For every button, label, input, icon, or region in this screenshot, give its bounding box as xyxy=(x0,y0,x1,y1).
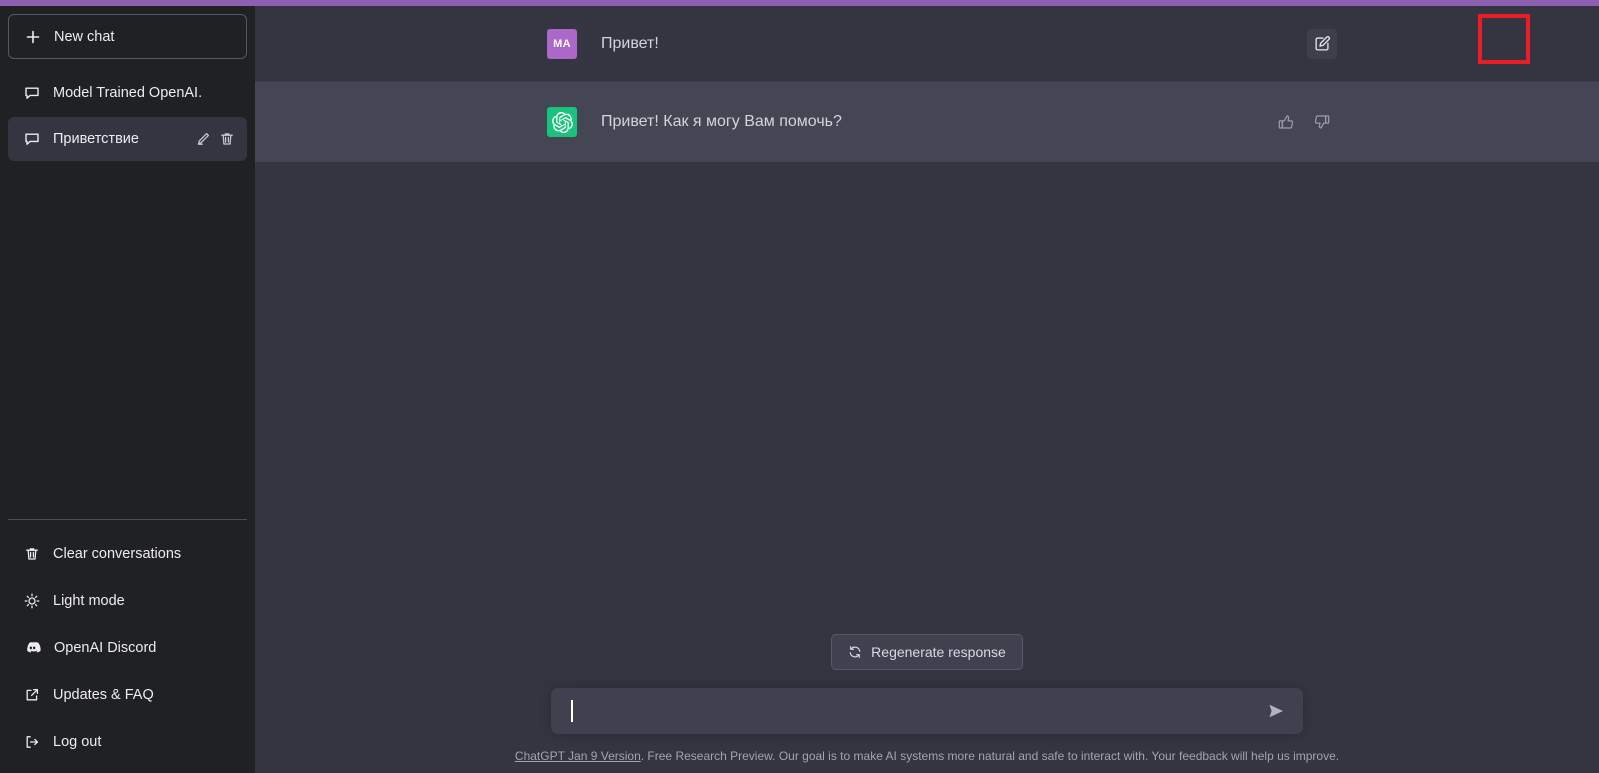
trash-icon[interactable] xyxy=(219,131,235,147)
sidebar-item-label: OpenAI Discord xyxy=(54,639,157,656)
version-link[interactable]: ChatGPT Jan 9 Version xyxy=(515,749,641,763)
sidebar-bottom-nav: Clear conversations Light mode OpenAI Di… xyxy=(8,519,247,773)
regenerate-response-button[interactable]: Regenerate response xyxy=(831,634,1023,671)
sidebar-item-updates-faq[interactable]: Updates & FAQ xyxy=(8,671,247,718)
conversation-title: Приветствие xyxy=(53,131,139,147)
send-arrow-icon[interactable] xyxy=(1263,698,1289,724)
openai-logo-icon xyxy=(551,111,573,133)
refresh-icon xyxy=(848,645,862,659)
avatar xyxy=(547,107,577,137)
new-chat-button[interactable]: New chat xyxy=(8,14,247,59)
top-accent-bar xyxy=(0,0,1599,6)
message-text: Привет! xyxy=(601,34,659,52)
main-content: MA Привет! Привет! Как я могу Вам помочь… xyxy=(255,0,1599,773)
footer-disclaimer: ChatGPT Jan 9 Version. Free Research Pre… xyxy=(515,748,1339,765)
sidebar-item-privetstvie[interactable]: Приветствие xyxy=(8,117,247,161)
avatar: MA xyxy=(547,28,577,59)
footer-rest-text: . Free Research Preview. Our goal is to … xyxy=(640,749,1340,764)
sidebar: New chat Model Trained OpenAI. Приветств… xyxy=(0,0,255,773)
plus-icon xyxy=(25,29,41,45)
conversation-title: Model Trained OpenAI. xyxy=(53,85,203,101)
sidebar-item-model-trained-openai[interactable]: Model Trained OpenAI. xyxy=(8,71,247,115)
external-link-icon xyxy=(24,687,40,703)
message-row-assistant: Привет! Как я могу Вам помочь? xyxy=(255,81,1599,162)
thumbs-up-icon[interactable] xyxy=(1271,107,1301,137)
sun-icon xyxy=(24,593,40,609)
chat-bubble-icon xyxy=(24,131,40,147)
message-text: Привет! Как я могу Вам помочь? xyxy=(601,113,842,130)
message-actions xyxy=(1307,28,1337,59)
message-thread: MA Привет! Привет! Как я могу Вам помочь… xyxy=(255,6,1599,162)
logout-icon xyxy=(24,734,40,750)
discord-icon xyxy=(24,639,41,656)
message-row-user: MA Привет! xyxy=(255,6,1599,81)
sidebar-item-label: Log out xyxy=(53,733,102,750)
chat-bubble-icon xyxy=(24,85,40,101)
sidebar-item-label: Updates & FAQ xyxy=(53,686,154,703)
message-inner: MA Привет! xyxy=(547,6,1337,81)
text-caret xyxy=(571,700,573,723)
message-actions xyxy=(1271,107,1337,137)
trash-icon xyxy=(24,546,40,562)
sidebar-item-label: Clear conversations xyxy=(53,545,182,562)
sidebar-item-label: Light mode xyxy=(53,592,125,609)
sidebar-item-log-out[interactable]: Log out xyxy=(8,718,247,765)
thumbs-down-icon[interactable] xyxy=(1307,107,1337,137)
regenerate-response-label: Regenerate response xyxy=(871,644,1006,661)
composer-area: Regenerate response ChatGPT Jan 9 Versio… xyxy=(255,634,1599,773)
chatgpt-app: New chat Model Trained OpenAI. Приветств… xyxy=(0,0,1599,773)
edit-message-icon[interactable] xyxy=(1307,28,1337,59)
sidebar-item-clear-conversations[interactable]: Clear conversations xyxy=(8,530,247,577)
message-inner: Привет! Как я могу Вам помочь? xyxy=(547,82,1330,162)
sidebar-item-light-mode[interactable]: Light mode xyxy=(8,577,247,624)
edit-pencil-icon[interactable] xyxy=(195,131,211,147)
conversation-actions xyxy=(195,131,235,147)
chat-input[interactable] xyxy=(569,688,1263,735)
conversation-list: Model Trained OpenAI. Приветствие xyxy=(8,71,247,519)
sidebar-item-openai-discord[interactable]: OpenAI Discord xyxy=(8,624,247,671)
new-chat-label: New chat xyxy=(54,28,115,45)
chat-input-container[interactable] xyxy=(551,688,1303,735)
